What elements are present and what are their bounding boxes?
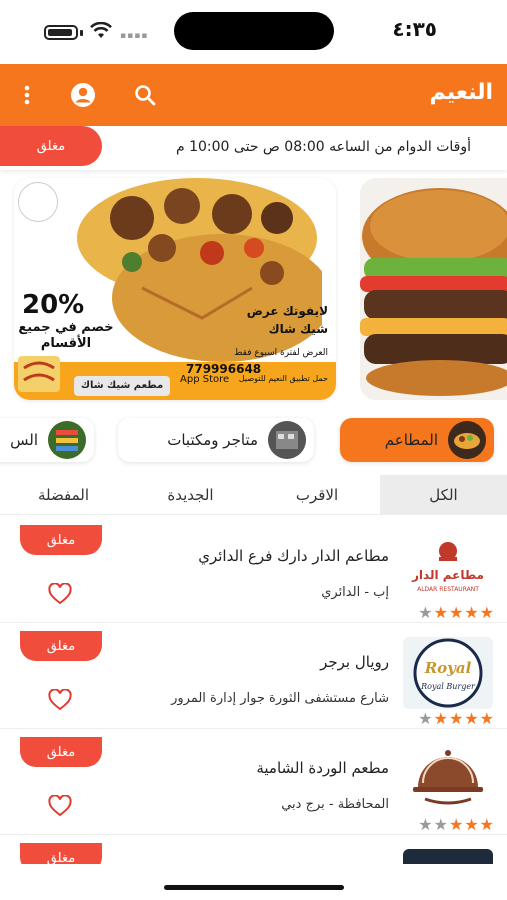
more-vert-icon[interactable] xyxy=(12,80,42,110)
category-restaurants[interactable]: المطاعم xyxy=(340,418,494,462)
heart-icon[interactable] xyxy=(48,795,72,817)
discount-text: خصم في جميع الأقسام xyxy=(18,320,114,351)
restaurant-logo xyxy=(403,743,493,815)
star-filled-icon: ★ xyxy=(464,709,480,728)
app-title: النعيم xyxy=(429,80,493,105)
logo-text: Royal xyxy=(424,659,472,677)
bottom-safe-area xyxy=(0,864,507,900)
offer-subtitle: العرض لفترة اسبوع فقط xyxy=(234,348,328,358)
app-store-badge: App Store xyxy=(180,374,230,385)
restaurant-address: إب - الدائري xyxy=(321,585,389,600)
rating-stars: ★★★★★ xyxy=(418,815,495,834)
delivery-app-text: حمل تطبيق النعيم للتوصيل xyxy=(238,374,328,383)
rating-stars: ★★★★★ xyxy=(418,603,495,622)
search-icon[interactable] xyxy=(130,80,160,110)
battery-tip xyxy=(80,30,83,36)
filter-tabs: الكل الاقرب الجديدة المفضلة xyxy=(0,475,507,515)
home-indicator[interactable] xyxy=(164,885,344,890)
star-filled-icon: ★ xyxy=(448,815,465,834)
offer-title: لايفوتك عرض شيك شاك xyxy=(246,304,328,336)
app-bar: النعيم xyxy=(0,64,507,126)
restaurant-row[interactable]: مغلق رويال برجر شارع مستشفى الثورة جوار … xyxy=(0,625,507,729)
star-empty-icon: ★ xyxy=(418,603,434,622)
star-filled-icon: ★ xyxy=(433,603,449,622)
logo-subtext: ALDAR RESTAURANT xyxy=(417,586,479,593)
rating-stars: ★★★★★ xyxy=(418,709,495,728)
tab-new[interactable]: الجديدة xyxy=(127,475,254,515)
star-empty-icon: ★ xyxy=(418,815,434,834)
discount-value: 20% xyxy=(22,290,85,320)
restaurant-row[interactable]: مغلق مطعم الوردة الشامية المحافظة - برج … xyxy=(0,731,507,835)
heart-icon[interactable] xyxy=(48,583,72,605)
category-supermarkets[interactable]: الس xyxy=(0,418,94,462)
heart-icon[interactable] xyxy=(48,689,72,711)
dynamic-island xyxy=(174,12,334,50)
star-empty-icon: ★ xyxy=(418,709,434,728)
category-label: المطاعم xyxy=(384,431,438,449)
restaurant-address: شارع مستشفى الثورة جوار إدارة المرور xyxy=(171,691,389,706)
store-icon xyxy=(268,421,306,459)
restaurant-address: المحافظة - برج دبي xyxy=(281,797,389,812)
status-badge: مغلق xyxy=(20,737,102,767)
category-label: الس xyxy=(10,431,38,449)
working-hours-text: أوقات الدوام من الساعه 08:00 ص حتى 10:00… xyxy=(175,139,471,155)
wifi-icon xyxy=(90,22,112,38)
food-tray-icon xyxy=(448,421,486,459)
tab-all[interactable]: الكل xyxy=(380,475,507,515)
status-bar: ▪▪▪▪ ٤:٣٥ xyxy=(0,0,507,64)
supermarket-icon xyxy=(48,421,86,459)
restaurant-name: مطاعم الدار دارك فرع الدائري xyxy=(198,547,389,565)
status-badge: مغلق xyxy=(20,631,102,661)
tab-favorites[interactable]: المفضلة xyxy=(0,475,127,515)
star-filled-icon: ★ xyxy=(479,815,495,834)
logo-text: مطاعم الدار xyxy=(411,568,484,582)
star-filled-icon: ★ xyxy=(433,709,449,728)
promo-banner-burger[interactable] xyxy=(360,178,507,400)
shikshak-logo xyxy=(18,356,60,392)
restaurant-name: مطعم الوردة الشامية xyxy=(256,759,389,777)
status-badge: مغلق xyxy=(20,843,102,864)
tab-nearest[interactable]: الاقرب xyxy=(254,475,380,515)
restaurant-logo xyxy=(403,849,493,864)
shop-name: مطعم شيك شاك xyxy=(74,376,170,396)
star-empty-icon: ★ xyxy=(433,815,449,834)
restaurant-name: رويال برجر xyxy=(320,653,389,671)
logo-subtext: Royal Burger xyxy=(420,682,476,691)
star-filled-icon: ★ xyxy=(464,815,480,834)
category-label: متاجر ومكتبات xyxy=(167,431,258,449)
star-filled-icon: ★ xyxy=(448,603,465,622)
account-icon[interactable] xyxy=(68,80,98,110)
restaurant-logo: مطاعم الدار ALDAR RESTAURANT xyxy=(403,531,493,603)
star-filled-icon: ★ xyxy=(479,709,495,728)
star-filled-icon: ★ xyxy=(448,709,465,728)
restaurant-logo: Royal Royal Burger xyxy=(403,637,493,709)
status-time: ٤:٣٥ xyxy=(392,17,437,41)
battery-icon xyxy=(44,25,78,40)
restaurant-row[interactable]: مغلق xyxy=(0,837,507,864)
restaurant-logo xyxy=(18,182,58,222)
category-chips: المطاعم متاجر ومكتبات الس xyxy=(0,418,507,466)
restaurant-row[interactable]: مغلق مطاعم الدار دارك فرع الدائري إب - ا… xyxy=(0,519,507,623)
burger-image xyxy=(360,178,507,400)
working-hours-card: مغلق أوقات الدوام من الساعه 08:00 ص حتى … xyxy=(0,126,507,170)
star-filled-icon: ★ xyxy=(464,603,480,622)
promo-banner[interactable]: 20% خصم في جميع الأقسام لايفوتك عرض شيك … xyxy=(14,178,336,400)
status-badge: مغلق xyxy=(20,525,102,555)
star-filled-icon: ★ xyxy=(479,603,495,622)
restaurant-list: مغلق مطاعم الدار دارك فرع الدائري إب - ا… xyxy=(0,515,507,864)
signal-icon: ▪▪▪▪ xyxy=(120,31,149,41)
category-stores[interactable]: متاجر ومكتبات xyxy=(118,418,314,462)
status-badge: مغلق xyxy=(0,126,102,166)
